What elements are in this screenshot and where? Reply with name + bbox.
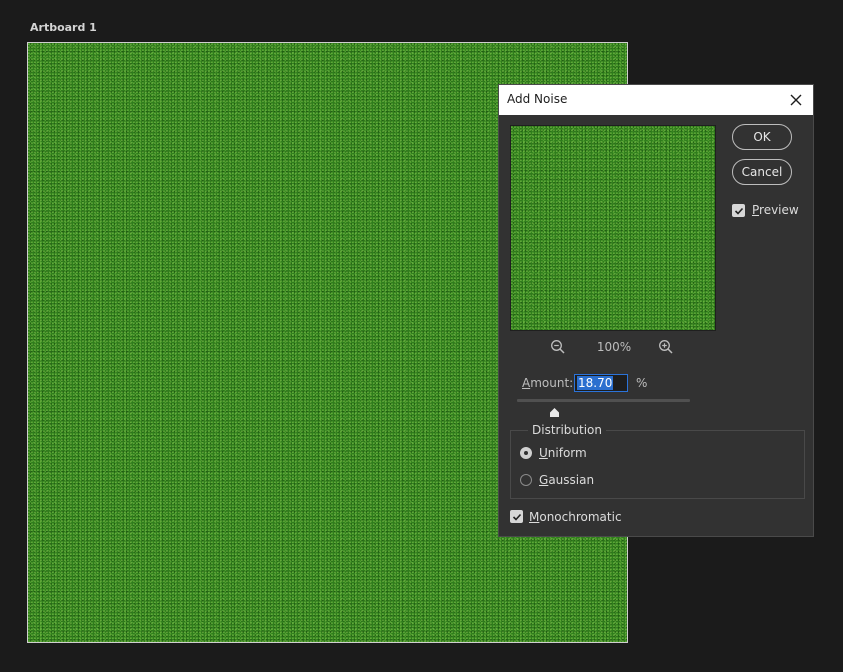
gaussian-radio[interactable]: [520, 474, 532, 486]
zoom-in-button[interactable]: [658, 339, 674, 359]
close-icon: [790, 94, 802, 106]
monochromatic-checkbox[interactable]: [510, 510, 523, 523]
artboard-label: Artboard 1: [30, 21, 97, 34]
uniform-label[interactable]: Uniform: [539, 446, 587, 460]
uniform-radio[interactable]: [520, 447, 532, 459]
cancel-button[interactable]: Cancel: [732, 159, 792, 185]
zoom-in-icon: [659, 340, 673, 354]
monochromatic-label[interactable]: Monochromatic: [529, 510, 622, 524]
ok-button[interactable]: OK: [732, 124, 792, 150]
amount-input[interactable]: 18.70: [574, 374, 628, 392]
zoom-out-button[interactable]: [550, 339, 566, 359]
amount-slider-track[interactable]: [517, 399, 690, 402]
dialog-title: Add Noise: [507, 92, 568, 106]
zoom-out-icon: [551, 340, 565, 354]
dialog-titlebar[interactable]: Add Noise: [499, 85, 813, 115]
distribution-title: Distribution: [528, 423, 607, 437]
amount-slider-thumb[interactable]: [549, 403, 560, 422]
zoom-level: 100%: [596, 340, 632, 354]
gaussian-label[interactable]: Gaussian: [539, 473, 594, 487]
add-noise-dialog: Add Noise 100% OK Cancel Preview Amount:…: [498, 84, 814, 537]
checkmark-icon: [512, 513, 521, 521]
amount-label: Amount:: [522, 376, 574, 390]
preview-checkbox[interactable]: [732, 204, 745, 217]
preview-label: Preview: [752, 203, 799, 217]
filter-preview[interactable]: [510, 125, 716, 331]
distribution-group: [510, 430, 805, 499]
amount-value: 18.70: [577, 376, 614, 390]
checkmark-icon: [734, 207, 743, 215]
amount-unit: %: [636, 376, 648, 390]
slider-thumb-icon: [550, 408, 559, 417]
close-button[interactable]: [785, 89, 807, 111]
